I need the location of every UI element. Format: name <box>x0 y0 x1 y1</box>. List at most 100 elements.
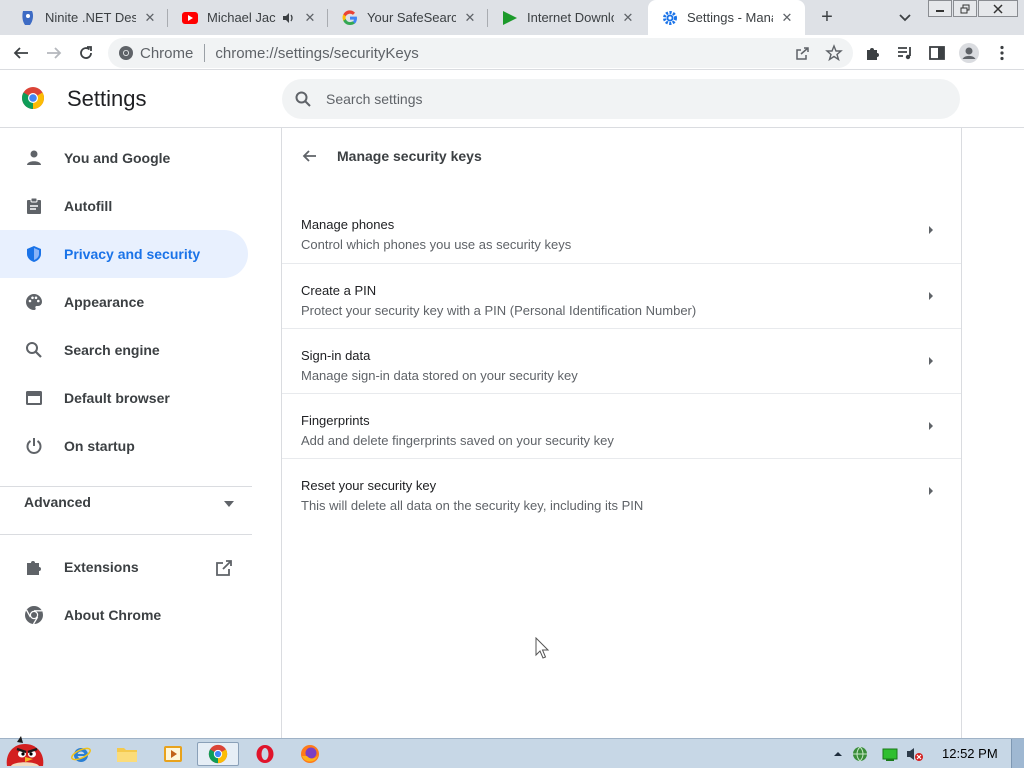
row-sign-in-data[interactable]: Sign-in data Manage sign-in data stored … <box>282 328 961 393</box>
sidebar-item-about-chrome[interactable]: About Chrome <box>0 591 248 639</box>
row-subtitle: Control which phones you use as security… <box>301 237 572 252</box>
sidebar-item-label: On startup <box>64 438 135 454</box>
omnibox-divider <box>204 44 206 62</box>
browser-window-icon <box>24 388 44 408</box>
caret-down-icon <box>224 494 234 510</box>
ninite-icon <box>20 10 36 26</box>
row-create-pin[interactable]: Create a PIN Protect your security key w… <box>282 263 961 328</box>
close-window-button[interactable] <box>978 0 1018 17</box>
close-icon[interactable]: ✕ <box>779 10 795 26</box>
address-bar[interactable]: Chrome chrome://settings/securityKeys <box>108 38 853 68</box>
media-player-icon[interactable] <box>158 742 188 766</box>
palette-icon <box>24 292 44 312</box>
puzzle-icon <box>24 557 44 577</box>
back-arrow-icon[interactable] <box>300 146 320 166</box>
speaker-icon[interactable] <box>280 10 296 26</box>
back-button[interactable] <box>10 42 32 64</box>
tab-title: Internet Downlo <box>527 10 614 25</box>
sidebar-item-extensions[interactable]: Extensions <box>0 543 248 591</box>
advanced-label: Advanced <box>24 494 91 510</box>
arrow-right-icon <box>927 353 935 369</box>
sidebar-item-appearance[interactable]: Appearance <box>0 278 248 326</box>
tab-title: Settings - Mana <box>687 10 773 25</box>
file-explorer-folder-icon[interactable] <box>112 742 142 766</box>
firefox-icon[interactable] <box>295 742 325 766</box>
chrome-site-icon[interactable] <box>118 45 134 61</box>
sidebar-item-label: About Chrome <box>64 607 162 623</box>
sidebar-item-label: Default browser <box>64 390 170 406</box>
chrome-logo-icon <box>21 86 45 110</box>
close-icon[interactable]: ✕ <box>462 10 478 26</box>
volume-muted-icon[interactable] <box>906 746 923 762</box>
arrow-right-icon <box>927 418 935 434</box>
internet-explorer-icon[interactable] <box>66 742 96 766</box>
new-tab-button[interactable]: + <box>815 6 839 30</box>
sidebar-item-default-browser[interactable]: Default browser <box>0 374 248 422</box>
profile-avatar-icon[interactable] <box>958 42 980 64</box>
taskbar-clock[interactable]: 12:52 PM <box>942 746 998 761</box>
reload-button[interactable] <box>75 42 97 64</box>
subpage-header: Manage security keys <box>282 128 961 184</box>
side-panel-icon[interactable] <box>926 42 948 64</box>
row-fingerprints[interactable]: Fingerprints Add and delete fingerprints… <box>282 393 961 458</box>
arrow-right-icon <box>927 483 935 499</box>
row-subtitle: Manage sign-in data stored on your secur… <box>301 368 578 383</box>
tab-title: Ninite .NET Desk <box>45 10 136 25</box>
share-icon[interactable] <box>795 45 811 61</box>
close-icon[interactable]: ✕ <box>620 10 636 26</box>
row-reset-security-key[interactable]: Reset your security key This will delete… <box>282 458 961 523</box>
search-input[interactable] <box>326 79 926 119</box>
tab-title: Michael Jack <box>207 10 276 25</box>
clipboard-icon <box>24 196 44 216</box>
kebab-menu-icon[interactable] <box>991 42 1013 64</box>
battery-status-icon[interactable] <box>882 746 898 762</box>
settings-sidebar: You and Google Autofill Privacy and secu… <box>0 128 280 738</box>
tab-ninite[interactable]: Ninite .NET Desk ✕ <box>6 0 168 35</box>
tab-google[interactable]: Your SafeSearch ✕ <box>328 0 488 35</box>
sidebar-item-label: Privacy and security <box>64 246 201 262</box>
row-title: Fingerprints <box>301 413 370 428</box>
sidebar-item-label: You and Google <box>64 150 171 166</box>
opera-icon[interactable] <box>250 742 280 766</box>
close-icon[interactable]: ✕ <box>142 10 158 26</box>
sidebar-advanced-toggle[interactable]: Advanced <box>24 494 234 510</box>
angry-bird-start-icon[interactable] <box>2 731 48 768</box>
windows-taskbar: 12:52 PM <box>0 736 1024 768</box>
show-desktop-button[interactable] <box>1011 739 1024 768</box>
search-icon <box>24 340 44 360</box>
omnibox-url[interactable]: chrome://settings/securityKeys <box>215 45 418 62</box>
row-subtitle: Protect your security key with a PIN (Pe… <box>301 303 697 318</box>
row-title: Manage phones <box>301 217 395 232</box>
sidebar-item-search-engine[interactable]: Search engine <box>0 326 248 374</box>
network-globe-icon[interactable] <box>852 746 868 762</box>
chevron-down-icon[interactable] <box>896 9 914 27</box>
tab-idm[interactable]: Internet Downlo ✕ <box>488 0 646 35</box>
sidebar-item-you-and-google[interactable]: You and Google <box>0 134 248 182</box>
sidebar-item-autofill[interactable]: Autofill <box>0 182 248 230</box>
open-external-icon[interactable] <box>215 559 233 577</box>
row-subtitle: This will delete all data on the securit… <box>301 498 644 513</box>
tab-settings[interactable]: Settings - Mana ✕ <box>648 0 805 35</box>
extensions-puzzle-icon[interactable] <box>862 42 884 64</box>
chrome-taskbar-icon[interactable] <box>197 742 239 766</box>
settings-gear-icon <box>662 10 678 26</box>
forward-button[interactable] <box>43 42 65 64</box>
tab-strip: Ninite .NET Desk ✕ Michael Jack ✕ Your S… <box>0 0 1024 35</box>
close-icon[interactable]: ✕ <box>302 10 318 26</box>
media-queue-icon[interactable] <box>894 42 916 64</box>
row-subtitle: Add and delete fingerprints saved on you… <box>301 433 614 448</box>
sidebar-item-privacy-and-security[interactable]: Privacy and security <box>0 230 248 278</box>
minimize-button[interactable] <box>928 0 952 17</box>
person-icon <box>24 148 44 168</box>
tab-title: Your SafeSearch <box>367 10 456 25</box>
row-manage-phones[interactable]: Manage phones Control which phones you u… <box>282 198 961 263</box>
settings-search-box[interactable] <box>282 79 960 119</box>
settings-header: Settings <box>0 71 1024 128</box>
row-title: Reset your security key <box>301 478 437 493</box>
tab-youtube[interactable]: Michael Jack ✕ <box>168 0 328 35</box>
power-icon <box>24 436 44 456</box>
star-icon[interactable] <box>825 44 843 62</box>
restore-button[interactable] <box>953 0 977 17</box>
sidebar-item-on-startup[interactable]: On startup <box>0 422 248 470</box>
tray-expand-arrow-icon[interactable] <box>830 746 846 762</box>
